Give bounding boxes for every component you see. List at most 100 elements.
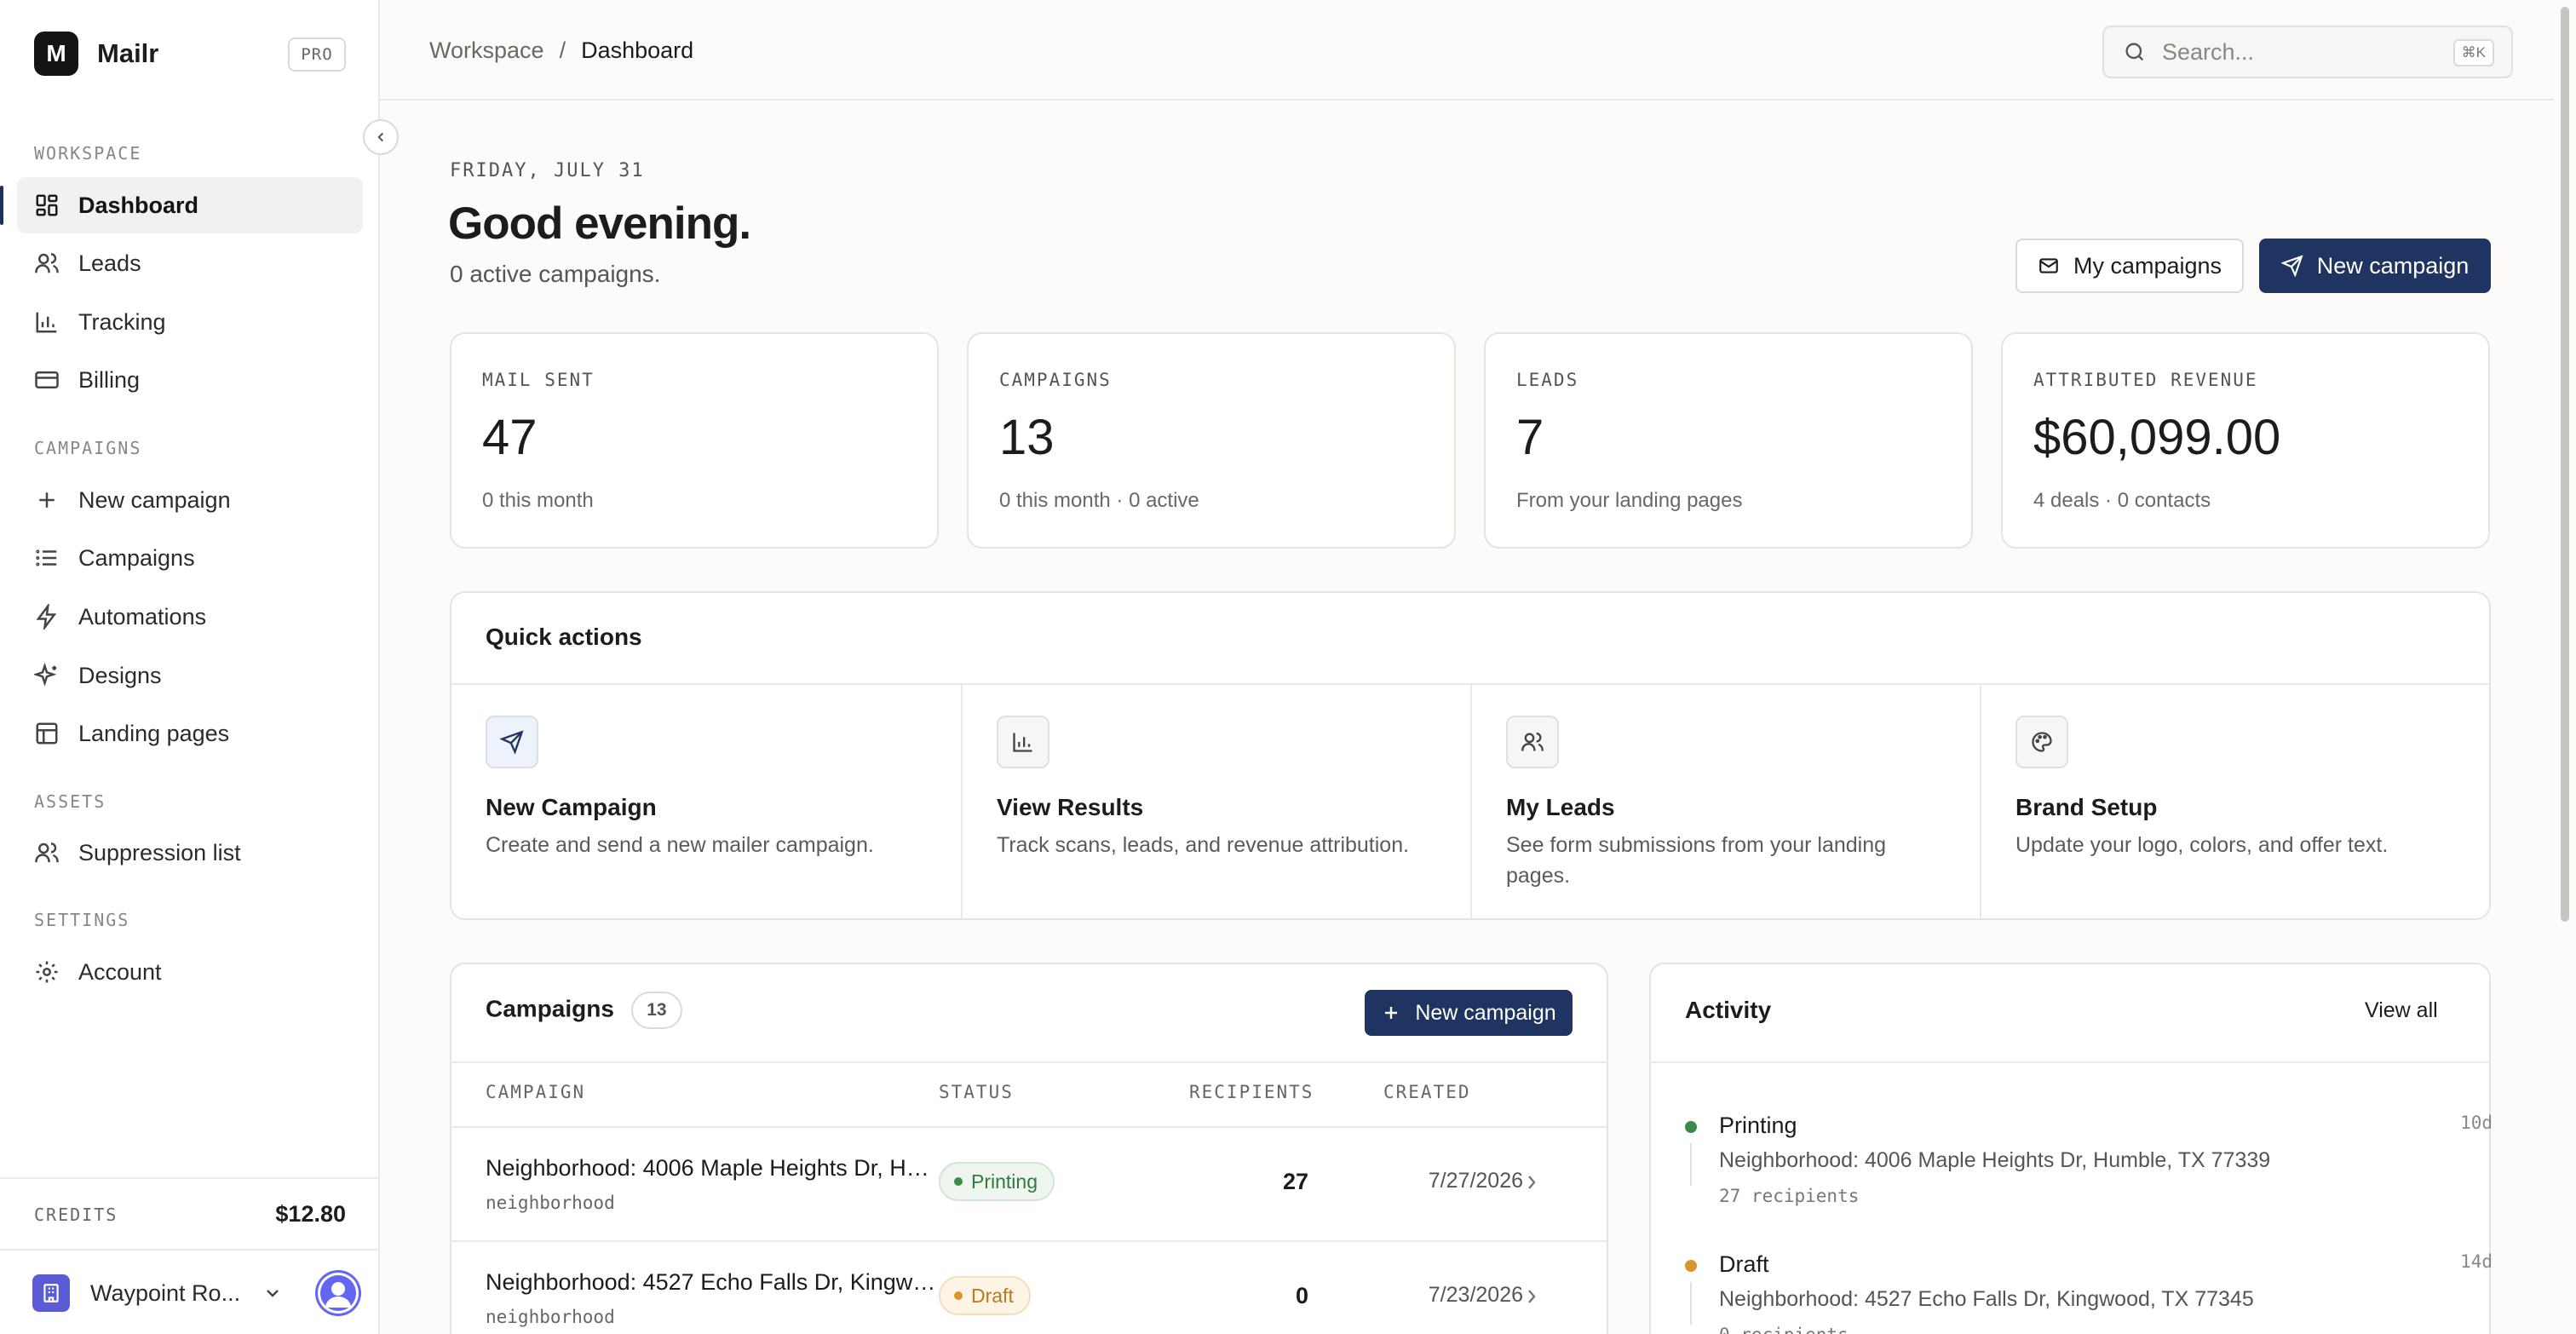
divider	[1649, 1061, 2491, 1063]
users-icon	[35, 842, 59, 863]
column-header-campaign[interactable]: CAMPAIGN	[486, 1082, 585, 1102]
lightning-icon	[36, 604, 57, 630]
my-campaigns-label: My campaigns	[2073, 252, 2222, 279]
sidebar-item-landing-pages[interactable]: Landing pages	[17, 705, 363, 762]
quick-action-desc: See form submissions from your landing p…	[1506, 833, 1887, 888]
view-all-link[interactable]: View all	[2365, 998, 2438, 1023]
brand[interactable]: M Mailr	[34, 32, 159, 76]
sidebar-item-label: Account	[78, 958, 162, 985]
plus-icon	[39, 492, 55, 508]
breadcrumb-current: Dashboard	[581, 37, 694, 63]
chevron-down-icon[interactable]	[262, 1283, 283, 1303]
sidebar-item-tracking[interactable]: Tracking	[17, 294, 363, 350]
table-row[interactable]: Neighborhood: 4006 Maple Heights Dr, Hum…	[450, 1126, 1607, 1240]
activity-recipients: 27 recipients	[1719, 1186, 1860, 1206]
new-campaign-button[interactable]: New campaign	[2259, 239, 2491, 293]
sidebar-item-leads[interactable]: Leads	[17, 235, 363, 291]
sidebar-item-label: Suppression list	[78, 839, 241, 865]
top-header: Workspace / Dashboard Search... ⌘K	[380, 0, 2554, 101]
stat-note: From your landing pages	[1516, 489, 1743, 512]
quick-action-view-results[interactable]: View Results Track scans, leads, and rev…	[961, 683, 1470, 918]
my-campaigns-button[interactable]: My campaigns	[2015, 239, 2244, 293]
status-label: Draft	[971, 1284, 1014, 1307]
quick-action-title: Brand Setup	[2015, 794, 2158, 820]
avatar[interactable]	[315, 1270, 361, 1316]
section-label-assets: ASSETS	[34, 791, 106, 812]
quick-actions-title: Quick actions	[486, 624, 642, 650]
sidebar-item-designs[interactable]: Designs	[17, 647, 363, 704]
table-new-campaign-button[interactable]: New campaign	[1365, 990, 1573, 1036]
palette-icon	[2015, 716, 2068, 768]
sidebar-item-label: Billing	[78, 366, 141, 393]
activity-status: Printing	[1719, 1113, 1797, 1138]
credits-label: CREDITS	[34, 1205, 118, 1225]
new-campaign-label: New campaign	[2316, 252, 2470, 279]
credit-card-icon	[35, 371, 59, 388]
sidebar-item-label: New campaign	[78, 486, 231, 513]
sidebar-item-campaigns[interactable]: Campaigns	[17, 530, 363, 586]
activity-age: 14d	[2460, 1251, 2493, 1272]
stat-note: 4 deals · 0 contacts	[2033, 489, 2211, 512]
app-logo: M	[34, 32, 78, 76]
quick-action-new-campaign[interactable]: New Campaign Create and send a new maile…	[451, 683, 961, 918]
sidebar: M Mailr PRO WORKSPACE Dashboard Leads Tr…	[0, 0, 380, 1334]
sidebar-item-account[interactable]: Account	[17, 944, 363, 1000]
sidebar-item-new-campaign[interactable]: New campaign	[17, 472, 363, 528]
app-name: Mailr	[97, 38, 159, 68]
quick-actions-card: Quick actions New Campaign Create and se…	[450, 591, 2491, 920]
activity-item[interactable]: Draft Neighborhood: 4527 Echo Falls Dr, …	[1685, 1238, 2493, 1334]
stat-value: 13	[999, 410, 1055, 465]
campaign-name: Neighborhood: 4006 Maple Heights Dr, Hum…	[486, 1155, 937, 1181]
created-date: 7/23/2026	[1428, 1283, 1523, 1307]
stat-value: 47	[482, 410, 538, 465]
section-label-campaigns: CAMPAIGNS	[34, 438, 142, 458]
stat-note: 0 this month · 0 active	[999, 489, 1199, 512]
campaigns-title: Campaigns	[486, 995, 614, 1022]
search-input[interactable]: Search... ⌘K	[2102, 26, 2513, 78]
dashboard-icon	[36, 194, 58, 216]
stat-card-campaigns: CAMPAIGNS 13 0 this month · 0 active	[967, 332, 1456, 549]
quick-action-title: My Leads	[1506, 794, 1615, 820]
sidebar-item-dashboard[interactable]: Dashboard	[0, 177, 363, 233]
sidebar-item-billing[interactable]: Billing	[17, 352, 363, 408]
activity-item[interactable]: Printing Neighborhood: 4006 Maple Height…	[1685, 1099, 2493, 1235]
stat-label: ATTRIBUTED REVENUE	[2033, 370, 2258, 390]
timeline-line	[1690, 1143, 1692, 1186]
quick-action-brand-setup[interactable]: Brand Setup Update your logo, colors, an…	[1980, 683, 2489, 918]
page-subtitle: 0 active campaigns.	[450, 261, 661, 287]
status-badge: Printing	[939, 1162, 1055, 1201]
workspace-name: Waypoint Ro...	[90, 1279, 241, 1306]
column-header-status[interactable]: STATUS	[939, 1082, 1014, 1102]
breadcrumb: Workspace / Dashboard	[429, 37, 693, 64]
column-header-recipients[interactable]: RECIPIENTS	[1189, 1082, 1314, 1102]
sidebar-item-suppression-list[interactable]: Suppression list	[17, 825, 363, 881]
users-icon	[1506, 716, 1559, 768]
status-dot	[1685, 1260, 1697, 1272]
layout-icon	[36, 722, 58, 745]
search-placeholder: Search...	[2162, 38, 2255, 65]
sidebar-footer: CREDITS $12.80 Waypoint Ro...	[0, 1177, 380, 1334]
status-label: Printing	[971, 1170, 1038, 1193]
search-icon	[2125, 43, 2144, 61]
section-label-workspace: WORKSPACE	[34, 143, 142, 164]
table-new-campaign-label: New campaign	[1415, 1000, 1556, 1025]
scrollbar-thumb[interactable]	[2561, 7, 2569, 922]
quick-action-my-leads[interactable]: My Leads See form submissions from your …	[1470, 683, 1980, 918]
list-icon	[36, 549, 57, 566]
activity-recipients: 0 recipients	[1719, 1325, 1849, 1334]
scrollbar[interactable]	[2554, 0, 2576, 1334]
sidebar-item-label: Designs	[78, 662, 162, 688]
sidebar-item-label: Leads	[78, 250, 141, 276]
sidebar-item-label: Dashboard	[78, 192, 199, 218]
table-row[interactable]: Neighborhood: 4527 Echo Falls Dr, Kingwo…	[450, 1240, 1607, 1334]
sidebar-item-automations[interactable]: Automations	[17, 589, 363, 645]
users-icon	[35, 253, 59, 273]
bar-chart-icon	[36, 312, 57, 333]
collapse-sidebar-button[interactable]	[363, 119, 399, 155]
chevron-right-icon	[1528, 1290, 1536, 1303]
page-title: Good evening.	[448, 198, 751, 249]
column-header-created[interactable]: CREATED	[1383, 1082, 1471, 1102]
sidebar-item-label: Landing pages	[78, 720, 230, 746]
breadcrumb-workspace[interactable]: Workspace	[429, 37, 544, 64]
activity-desc: Neighborhood: 4527 Echo Falls Dr, Kingwo…	[1719, 1287, 2254, 1311]
